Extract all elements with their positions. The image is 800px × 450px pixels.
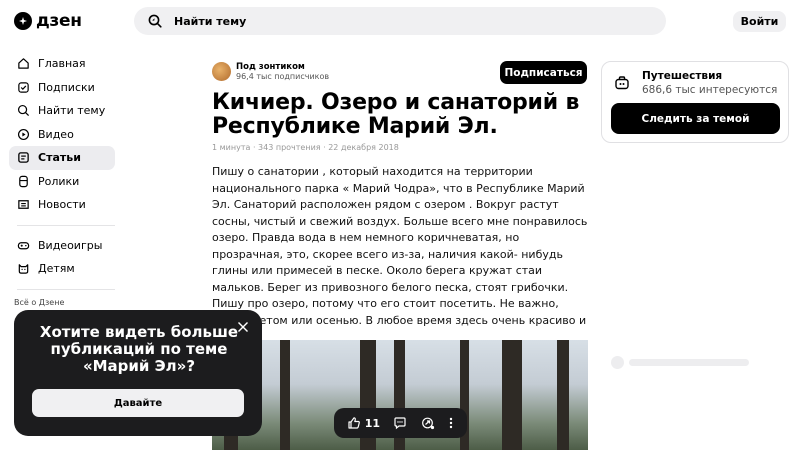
- author-name[interactable]: Под зонтиком: [236, 62, 329, 72]
- sidebar-item-news[interactable]: Новости: [9, 193, 115, 217]
- article-meta: 1 минута · 343 прочтения · 22 декабря 20…: [212, 143, 399, 152]
- follow-topic-button[interactable]: Следить за темой: [611, 103, 780, 134]
- sidebar-item-video[interactable]: Видео: [9, 123, 115, 147]
- more-vertical-icon: [450, 417, 453, 429]
- thumbs-up-icon: [348, 417, 360, 429]
- article-body: Пишу о санатории , который находится на …: [212, 165, 588, 327]
- sidebar-item-find-topic[interactable]: Найти тему: [9, 99, 115, 123]
- sidebar-item-videogames[interactable]: Видеоигры: [9, 234, 115, 258]
- photo-tree-trunk: [280, 340, 290, 450]
- topic-title[interactable]: Путешествия: [642, 70, 722, 82]
- photo-tree-trunk: [557, 340, 569, 450]
- search-icon: [148, 14, 162, 28]
- share-icon: [421, 417, 434, 430]
- author-subscribers: 96,4 тыс подписчиков: [236, 72, 330, 81]
- more-options-button[interactable]: [448, 416, 454, 430]
- topic-followers-count: 686,6 тыс интересуются: [642, 84, 778, 96]
- dzen-logo[interactable]: дзен: [14, 11, 82, 31]
- sidebar-divider: [17, 288, 115, 290]
- gamepad-icon: [17, 241, 30, 250]
- photo-tree-trunk: [502, 340, 522, 450]
- articles-icon: [18, 152, 29, 164]
- search-bar[interactable]: [134, 7, 666, 35]
- sidebar-item-label: Детям: [38, 262, 75, 276]
- author-avatar[interactable]: [212, 62, 231, 81]
- sidebar-item-kids[interactable]: Детям: [9, 257, 115, 281]
- like-button[interactable]: 11: [347, 416, 380, 430]
- comment-button[interactable]: [393, 416, 407, 430]
- sidebar-item-subscriptions[interactable]: Подписки: [9, 76, 115, 100]
- sidebar-item-label: Статьи: [38, 151, 81, 165]
- sidebar-divider: [17, 224, 115, 226]
- sidebar-item-label: Видео: [38, 127, 74, 141]
- comment-icon: [394, 417, 407, 430]
- subscriptions-icon: [18, 82, 29, 93]
- sidebar-item-label: Новости: [38, 198, 86, 212]
- subscribe-button[interactable]: Подписаться: [500, 61, 587, 84]
- sidebar-item-home[interactable]: Главная: [9, 52, 115, 76]
- topic-suggestion-popup: Хотите видеть больше публикаций по теме …: [14, 310, 262, 436]
- like-count: 11: [364, 416, 381, 430]
- sidebar-item-articles[interactable]: Статьи: [9, 146, 115, 170]
- topic-card: Путешествия 686,6 тыс интересуются Следи…: [601, 61, 789, 143]
- news-icon: [18, 200, 29, 210]
- search-input[interactable]: [174, 14, 634, 28]
- login-button[interactable]: Войти: [733, 11, 786, 32]
- article-title: Кичиер. Озеро и санаторий в Республике М…: [212, 90, 580, 139]
- about-dzen-link[interactable]: Всё о Дзене: [9, 298, 115, 307]
- video-icon: [17, 128, 30, 140]
- close-icon[interactable]: [236, 320, 250, 334]
- travel-suitcase-icon: [615, 76, 629, 90]
- kids-icon: [18, 264, 29, 274]
- find-topic-icon: [17, 105, 30, 117]
- popup-message: Хотите видеть больше публикаций по теме …: [39, 323, 239, 375]
- shorts-icon: [19, 175, 28, 187]
- loading-skeleton-line: [629, 359, 749, 366]
- dzen-logo-icon: [14, 12, 32, 30]
- author-block[interactable]: Под зонтиком 96,4 тыс подписчиков: [212, 62, 329, 81]
- sidebar-item-label: Подписки: [38, 80, 95, 94]
- sidebar: Главная Подписки Найти тему Видео Статьи…: [9, 52, 115, 307]
- sidebar-item-label: Главная: [38, 57, 86, 71]
- sidebar-item-label: Ролики: [38, 174, 80, 188]
- share-button[interactable]: [421, 416, 435, 430]
- popup-accept-button[interactable]: Давайте: [32, 389, 244, 417]
- logo-text: дзен: [36, 11, 82, 31]
- sidebar-item-shorts[interactable]: Ролики: [9, 170, 115, 194]
- sidebar-item-label: Найти тему: [38, 104, 106, 118]
- article-action-bar: 11: [334, 408, 467, 438]
- loading-skeleton-avatar: [611, 356, 624, 369]
- home-icon: [18, 58, 29, 69]
- sidebar-item-label: Видеоигры: [38, 238, 103, 252]
